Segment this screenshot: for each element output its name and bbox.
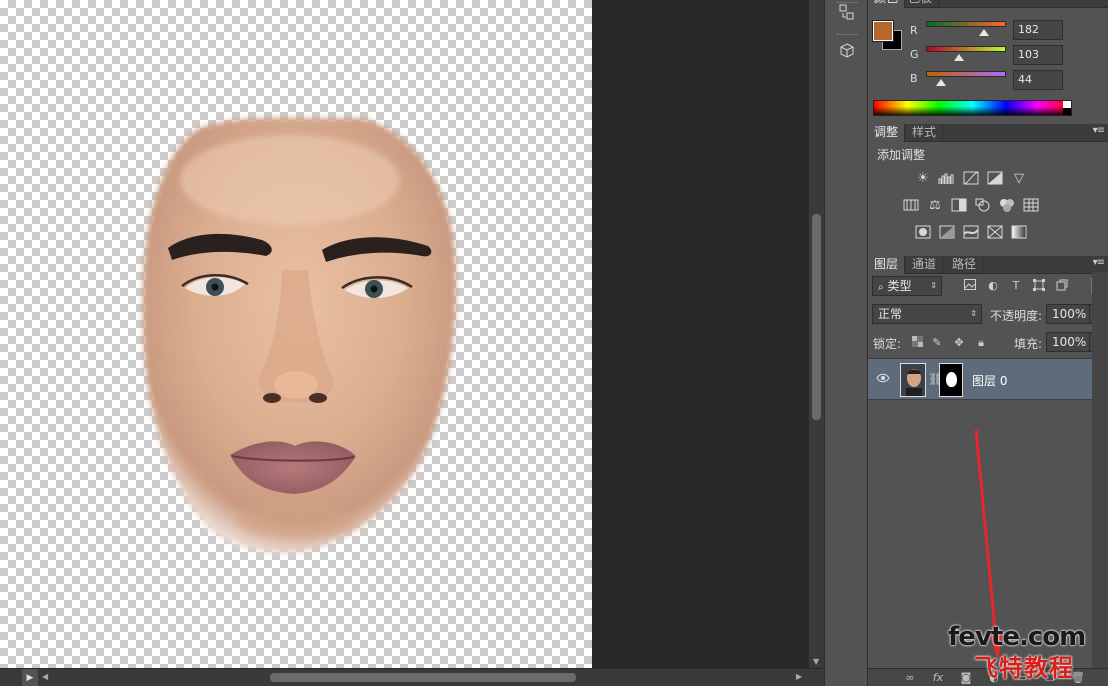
black-white-icon[interactable] — [950, 198, 968, 214]
link-icon[interactable]: ∞ — [902, 670, 918, 686]
history-icon[interactable] — [835, 4, 859, 26]
layers-panel-tabs: 图层 通道 路径 ▾≡ — [868, 256, 1108, 274]
updown-arrow-icon: ⇕ — [970, 309, 977, 318]
panel-menu-icon[interactable]: ▾≡ — [1093, 0, 1105, 3]
red-slider-track[interactable] — [926, 21, 1006, 36]
layer-row[interactable]: ⛓ 图层 0 — [868, 358, 1092, 400]
red-value-field[interactable]: 182 — [1013, 20, 1063, 40]
filter-adjustment-icon[interactable]: ◐ — [986, 279, 1000, 293]
filter-kind-value: 类型 — [887, 279, 912, 293]
tab-color[interactable]: 颜色 — [868, 0, 906, 8]
scroll-left-arrow-icon[interactable]: ◀ — [42, 672, 48, 681]
selective-color-icon[interactable] — [986, 225, 1004, 241]
site-watermark: fevte.com 飞特教程网 — [948, 622, 1098, 682]
filter-shape-icon[interactable] — [1032, 279, 1046, 293]
face-image — [142, 117, 456, 553]
tab-channels[interactable]: 通道 — [906, 256, 944, 274]
blue-slider-track[interactable] — [926, 71, 1006, 86]
layer-filter-kind-select[interactable]: ⌕ 类型 ⇕ — [872, 276, 942, 296]
blend-mode-value: 正常 — [878, 307, 903, 321]
channel-label-g: G — [910, 48, 919, 61]
channel-label-b: B — [910, 72, 918, 85]
horizontal-scroll-thumb[interactable] — [270, 673, 576, 682]
lock-transparent-pixels-icon[interactable] — [910, 336, 924, 350]
fill-label: 填充: — [1014, 337, 1043, 351]
green-value-field[interactable]: 103 — [1013, 45, 1063, 65]
scroll-down-arrow-icon[interactable]: ▼ — [813, 657, 819, 666]
brightness-icon[interactable]: ☀ — [914, 171, 932, 187]
layers-scrollbar[interactable] — [1092, 272, 1108, 668]
eye-icon[interactable] — [876, 372, 890, 386]
color-spectrum-bar[interactable] — [873, 100, 1072, 116]
color-panel-tabs: 颜色 色板 ▾≡ — [868, 0, 1108, 8]
green-slider-thumb[interactable] — [954, 54, 965, 61]
panel-menu-icon[interactable]: ▾≡ — [1093, 257, 1105, 268]
search-icon: ⌕ — [878, 282, 884, 293]
curves-icon[interactable] — [962, 171, 980, 187]
photoshop-window: ▼ ▶ ◀ ▶ 颜色 色板 ▾≡ R 182 G — [0, 0, 1108, 686]
layer-thumbnail[interactable] — [900, 363, 926, 397]
lock-label: 锁定: — [873, 337, 902, 351]
gradient-map-icon[interactable] — [1010, 225, 1028, 241]
tab-adjustments[interactable]: 调整 — [868, 124, 906, 142]
foreground-color-swatch[interactable] — [872, 20, 894, 42]
vertical-scroll-thumb[interactable] — [812, 214, 821, 420]
collapsed-panel-strip — [824, 0, 868, 686]
red-slider-thumb[interactable] — [979, 29, 990, 36]
strip-grip[interactable] — [837, 34, 857, 37]
opacity-value: 100% — [1052, 307, 1087, 321]
channel-label-r: R — [910, 24, 918, 37]
fx-icon[interactable]: fx — [930, 670, 946, 686]
filter-type-icon[interactable]: T — [1009, 279, 1023, 293]
spectrum-black-chip[interactable] — [1063, 108, 1071, 115]
blend-mode-select[interactable]: 正常 ⇕ — [872, 304, 982, 324]
exposure-icon[interactable] — [986, 171, 1004, 187]
threshold-icon[interactable] — [962, 225, 980, 241]
tab-layers[interactable]: 图层 — [868, 256, 906, 274]
adjustments-panel-tabs: 调整 样式 ▾≡ — [868, 124, 1108, 142]
layer-name[interactable]: 图层 0 — [972, 372, 1007, 389]
lock-all-icon[interactable]: 🔒︎ — [974, 336, 988, 350]
add-adjustment-title: 添加调整 — [877, 148, 926, 162]
canvas-horizontal-scrollbar[interactable]: ▶ ◀ ▶ — [0, 668, 824, 686]
canvas-vertical-scrollbar[interactable]: ▼ — [808, 0, 824, 668]
blue-value-field[interactable]: 44 — [1013, 70, 1063, 90]
levels-icon[interactable] — [938, 171, 956, 187]
tab-swatches[interactable]: 色板 — [902, 0, 940, 8]
layer-mask-thumbnail[interactable] — [939, 363, 963, 397]
pasteboard — [592, 0, 808, 668]
channel-mixer-icon[interactable] — [998, 198, 1016, 214]
3d-cube-icon[interactable] — [835, 42, 859, 64]
green-slider-track[interactable] — [926, 46, 1006, 61]
posterize-icon[interactable] — [938, 225, 956, 241]
vibrance-icon[interactable]: ▽ — [1010, 171, 1028, 187]
color-balance-icon[interactable]: ⚖ — [926, 198, 944, 214]
lock-image-pixels-icon[interactable]: ✎ — [930, 336, 944, 350]
play-icon[interactable]: ▶ — [22, 669, 38, 686]
lock-position-icon[interactable]: ✥ — [952, 336, 966, 350]
opacity-label: 不透明度: — [990, 309, 1043, 323]
mask-shape — [946, 372, 957, 387]
invert-icon[interactable] — [914, 225, 932, 241]
updown-arrow-icon: ⇕ — [930, 281, 937, 290]
document-canvas[interactable] — [0, 0, 592, 668]
fill-value: 100% — [1052, 335, 1087, 349]
photo-filter-icon[interactable] — [974, 198, 992, 214]
blue-slider-thumb[interactable] — [935, 79, 946, 86]
color-lookup-icon[interactable] — [1022, 198, 1040, 214]
hue-saturation-icon[interactable] — [902, 198, 920, 214]
tab-paths[interactable]: 路径 — [946, 256, 984, 274]
filter-pixel-icon[interactable] — [963, 279, 977, 293]
watermark-sitename: 飞特教程网 — [974, 654, 1074, 682]
scroll-right-arrow-icon[interactable]: ▶ — [796, 672, 802, 681]
filter-smart-object-icon[interactable] — [1055, 279, 1069, 293]
panel-menu-icon[interactable]: ▾≡ — [1093, 125, 1105, 136]
tab-styles[interactable]: 样式 — [906, 124, 944, 142]
